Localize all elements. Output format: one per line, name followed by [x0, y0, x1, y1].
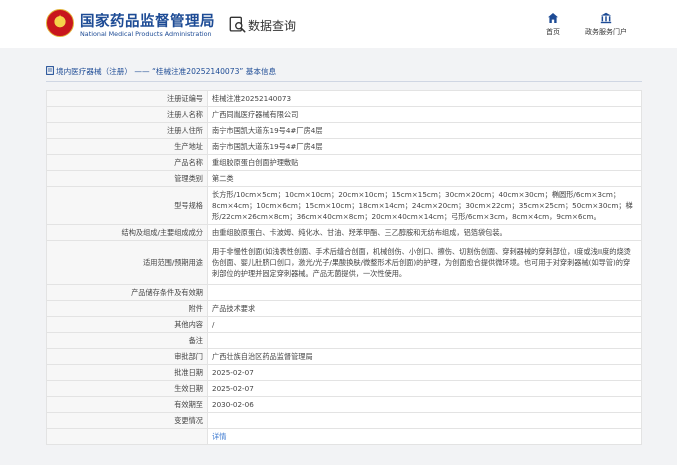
field-value: [207, 284, 642, 301]
breadcrumb-divider: [46, 81, 642, 82]
table-row: 变更情况: [46, 412, 642, 429]
field-label: 附件: [46, 300, 208, 317]
field-value: 重组胶原蛋白创面护理敷贴: [207, 154, 642, 171]
table-row: 注册人名称 广西同胤医疗器械有限公司: [46, 106, 642, 123]
field-value: 广西同胤医疗器械有限公司: [207, 106, 642, 123]
field-label: 变更情况: [46, 412, 208, 429]
field-value: 长方形/10cm×5cm；10cm×10cm；20cm×10cm；15cm×15…: [207, 186, 642, 225]
field-value: 2030-02-06: [207, 396, 642, 413]
table-row: 有效期至 2030-02-06: [46, 396, 642, 413]
field-value: 第二类: [207, 170, 642, 187]
field-value: 南宁市国凯大道东19号4#厂房4层: [207, 138, 642, 155]
nav-gov-portal[interactable]: 政务服务门户: [576, 12, 636, 37]
field-value: 2025-02-07: [207, 364, 642, 381]
table-row: 生产地址 南宁市国凯大道东19号4#厂房4层: [46, 138, 642, 155]
field-label: 管理类别: [46, 170, 208, 187]
field-value: 产品技术要求: [207, 300, 642, 317]
field-label: 审批部门: [46, 348, 208, 365]
breadcrumb: 境内医疗器械（注册） —— “桂械注准20252140073” 基本信息: [46, 66, 276, 77]
table-row: 管理类别 第二类: [46, 170, 642, 187]
table-row: 注册证编号 桂械注准20252140073: [46, 90, 642, 107]
table-row: 产品名称 重组胶原蛋白创面护理敷贴: [46, 154, 642, 171]
table-row: 生效日期 2025-02-07: [46, 380, 642, 397]
field-value: 详情: [207, 428, 642, 445]
details-link[interactable]: 详情: [212, 432, 226, 441]
nav-gov-portal-label: 政务服务门户: [585, 28, 627, 36]
field-value: [207, 332, 642, 349]
table-row: 型号规格 长方形/10cm×5cm；10cm×10cm；20cm×10cm；15c…: [46, 186, 642, 225]
national-emblem-icon: [46, 9, 74, 37]
field-label: 有效期至: [46, 396, 208, 413]
field-label: 注册人住所: [46, 122, 208, 139]
table-row: 结构及组成/主要组成成分 由重组胶原蛋白、卡波姆、纯化水、甘油、羟苯甲酯、三乙醇胺…: [46, 224, 642, 241]
table-row: 批准日期 2025-02-07: [46, 364, 642, 381]
registration-detail-table: 注册证编号 桂械注准20252140073 注册人名称 广西同胤医疗器械有限公司 注册人…: [46, 90, 642, 445]
field-label: 产品名称: [46, 154, 208, 171]
field-label: 批准日期: [46, 364, 208, 381]
field-label: 型号规格: [46, 186, 208, 225]
document-icon: [46, 66, 54, 75]
table-row: 注册人住所 南宁市国凯大道东19号4#厂房4层: [46, 122, 642, 139]
field-value: /: [207, 316, 642, 333]
field-value: 用于非慢性创面(如浅表性创面、手术后缝合创面，机械创伤、小创口、擦伤、切割伤创面…: [207, 240, 642, 285]
field-label: 结构及组成/主要组成成分: [46, 224, 208, 241]
field-label: 适用范围/预期用途: [46, 240, 208, 285]
field-label: 其他内容: [46, 316, 208, 333]
table-row: 适用范围/预期用途 用于非慢性创面(如浅表性创面、手术后缝合创面，机械创伤、小创口…: [46, 240, 642, 285]
table-row: 详情: [46, 428, 642, 445]
site-header: 国家药品监督管理局 National Medical Products Admi…: [0, 0, 677, 48]
table-row: 备注: [46, 332, 642, 349]
building-icon: [600, 12, 612, 24]
field-label: 注册证编号: [46, 90, 208, 107]
data-query-icon: [229, 16, 246, 33]
field-label: 注册人名称: [46, 106, 208, 123]
field-label: 生效日期: [46, 380, 208, 397]
site-logo-title[interactable]: 国家药品监督管理局: [80, 10, 215, 31]
field-value: 2025-02-07: [207, 380, 642, 397]
table-row: 审批部门 广西壮族自治区药品监督管理局: [46, 348, 642, 365]
field-label: 生产地址: [46, 138, 208, 155]
field-label: 备注: [46, 332, 208, 349]
field-value: 由重组胶原蛋白、卡波姆、纯化水、甘油、羟苯甲酯、三乙醇胺和无纺布组成，铝箔袋包装…: [207, 224, 642, 241]
table-row: 其他内容 /: [46, 316, 642, 333]
data-query-title: 数据查询: [248, 19, 297, 33]
field-value: [207, 412, 642, 429]
breadcrumb-text: 境内医疗器械（注册） —— “桂械注准20252140073” 基本信息: [56, 67, 277, 76]
table-row: 附件 产品技术要求: [46, 300, 642, 317]
field-label: [46, 428, 208, 445]
table-row: 产品储存条件及有效期: [46, 284, 642, 301]
field-label: 产品储存条件及有效期: [46, 284, 208, 301]
site-logo-subtitle: National Medical Products Administration: [80, 30, 212, 38]
home-icon: [548, 13, 558, 23]
nav-home[interactable]: 首页: [538, 12, 568, 37]
nav-home-label: 首页: [546, 28, 560, 36]
field-value: 广西壮族自治区药品监督管理局: [207, 348, 642, 365]
field-value: 桂械注准20252140073: [207, 90, 642, 107]
field-value: 南宁市国凯大道东19号4#厂房4层: [207, 122, 642, 139]
